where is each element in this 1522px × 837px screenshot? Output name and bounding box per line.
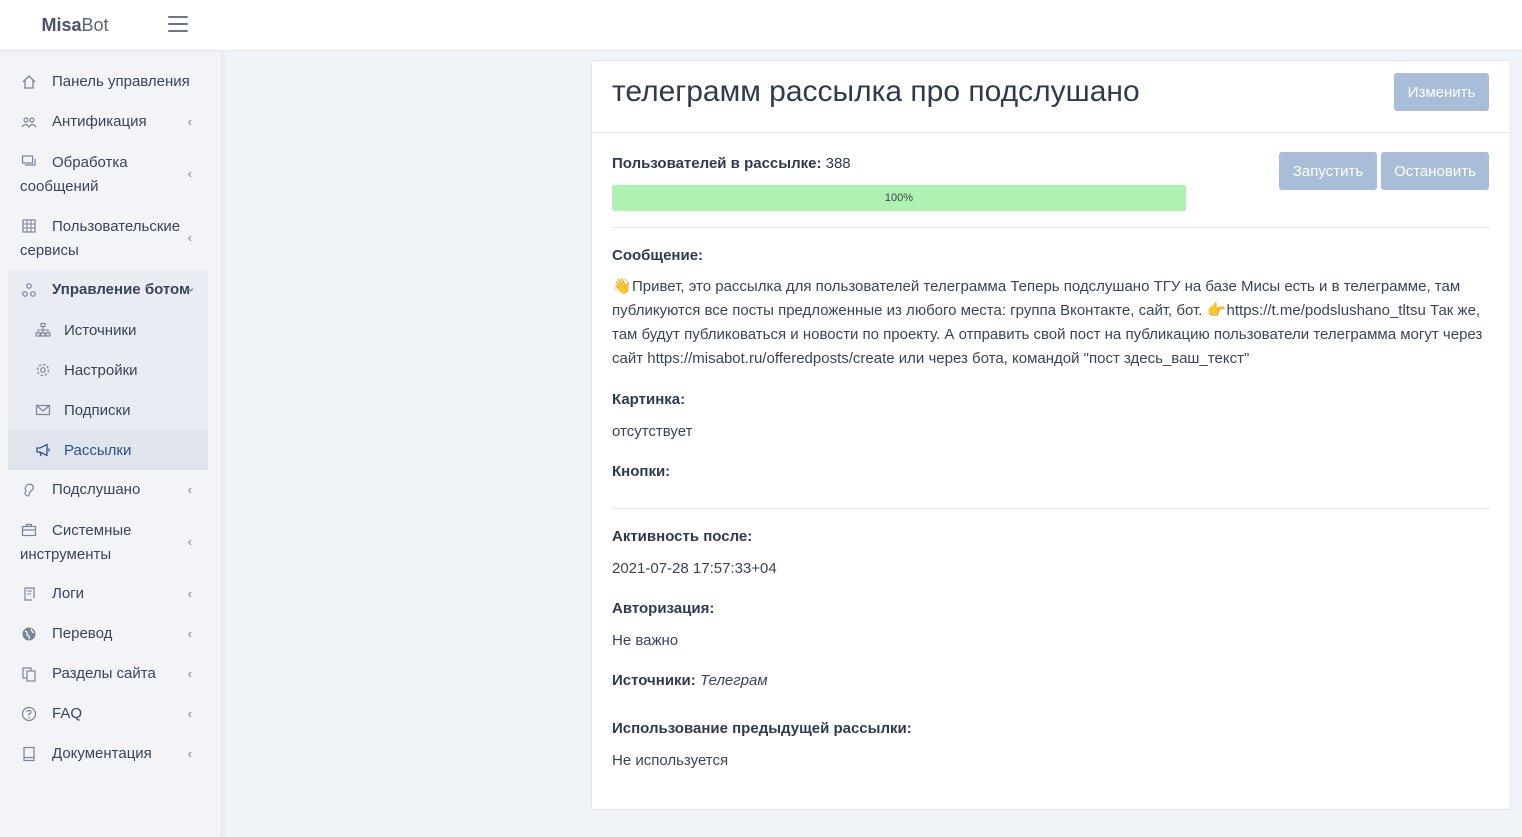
mailing-card: телеграмм рассылка про подслушано Измени… [591,60,1511,810]
stop-button[interactable]: Остановить [1381,152,1489,190]
pointing-right-icon: 👉 [1207,302,1226,319]
sidebar-item-messages[interactable]: Обработка сообщений ‹ [0,150,222,199]
book-icon [20,745,38,763]
sidebar-item-label: FAQ [52,705,83,722]
brand-bold: Misa [41,14,82,35]
activity-value: 2021-07-28 17:57:33+04 [612,560,777,577]
sources-row: Источники: Телеграм [612,672,768,689]
chevron-left-icon: ‹ [187,666,192,681]
activity-label: Активность после: [612,528,753,545]
prev-mailing-value: Не используется [612,752,729,769]
sidebar-item-label: Подслушано [52,481,141,498]
sidebar-item-label: Панель управления [52,73,190,90]
prev-mailing-label: Использование предыдущей рассылки: [612,720,912,737]
question-icon [20,705,38,723]
copy-icon [20,665,38,683]
users-icon [20,113,38,131]
progress-fill: 100% [612,185,1186,211]
chat-icon [20,153,38,171]
chevron-left-icon: ‹ [187,706,192,721]
message-text: 👋Привет, это рассылка для пользователей … [612,275,1490,371]
chevron-left-icon: ‹ [187,166,192,181]
page-title: телеграмм рассылка про подслушано [612,75,1140,108]
briefcase-icon [20,521,38,539]
megaphone-icon [34,441,52,459]
auth-value: Не важно [612,632,679,649]
chevron-left-icon: ‹ [187,626,192,641]
ear-icon [20,481,38,499]
sidebar: Панель управления Антификация ‹ Обработк… [0,52,222,837]
sidebar-item-label: Пользовательские сервисы [20,218,181,259]
chevron-down-icon: ‹ [181,287,197,293]
sitemap-icon [34,321,52,339]
waving-hand-icon: 👋 [612,278,632,295]
message-label: Сообщение: [612,247,704,264]
sidebar-subitem-label: Рассылки [64,441,132,459]
sidebar-item-logs[interactable]: Логи ‹ [0,582,222,606]
sidebar-item-label: Документация [52,745,152,762]
chevron-left-icon: ‹ [187,230,192,245]
edit-button[interactable]: Изменить [1394,73,1489,111]
sidebar-item-documentation[interactable]: Документация ‹ [0,742,222,766]
brand-logo[interactable]: MisaBot [0,15,150,36]
card-header: телеграмм рассылка про подслушано Измени… [592,61,1510,133]
sidebar-item-label: Антификация [52,113,147,130]
chevron-left-icon: ‹ [187,482,192,497]
buttons-label: Кнопки: [612,463,671,480]
progress-bar: 100% [612,185,1186,211]
sidebar-subitem-sources[interactable]: Источники [8,310,208,350]
nodes-icon [20,281,38,299]
sources-value: Телеграм [699,672,768,689]
chevron-left-icon: ‹ [187,114,192,129]
globe-icon [20,625,38,643]
sidebar-subitem-mailings[interactable]: Рассылки [8,430,208,470]
sidebar-item-faq[interactable]: FAQ ‹ [0,702,222,726]
envelope-icon [34,401,52,419]
menu-toggle-icon[interactable] [168,16,188,34]
sidebar-item-translation[interactable]: Перевод ‹ [0,622,222,646]
sidebar-subitem-settings[interactable]: Настройки [8,350,208,390]
sidebar-item-eavesdrop[interactable]: Подслушано ‹ [0,478,222,502]
image-label: Картинка: [612,391,686,408]
sidebar-item-dashboard[interactable]: Панель управления [0,70,222,94]
scroll-icon [20,585,38,603]
image-value: отсутствует [612,423,693,440]
grid-icon [20,217,38,235]
sidebar-item-antification[interactable]: Антификация ‹ [0,110,222,134]
sources-label: Источники: [612,672,696,689]
sidebar-item-label: Разделы сайта [52,665,156,682]
sidebar-item-site-sections[interactable]: Разделы сайта ‹ [0,662,222,686]
sidebar-subitem-subscriptions[interactable]: Подписки [8,390,208,430]
top-bar: MisaBot [0,0,1522,51]
users-count-value: 388 [825,155,851,172]
auth-label: Авторизация: [612,600,715,617]
sidebar-subitem-label: Настройки [64,361,138,379]
sidebar-item-system-tools[interactable]: Системные инструменты ‹ [0,518,222,567]
sidebar-item-label: Логи [52,585,85,602]
chevron-left-icon: ‹ [187,586,192,601]
gear-icon [34,361,52,379]
sidebar-item-user-services[interactable]: Пользовательские сервисы ‹ [0,214,222,263]
brand-light: Bot [81,14,109,35]
users-count-label: Пользователей в рассылке: 388 [612,155,851,172]
chevron-left-icon: ‹ [187,746,192,761]
divider [612,508,1490,509]
sidebar-item-label: Перевод [52,625,113,642]
start-button[interactable]: Запустить [1279,152,1377,190]
divider [612,227,1490,228]
sidebar-subitem-label: Источники [64,321,137,339]
chevron-left-icon: ‹ [187,534,192,549]
home-icon [20,73,38,91]
sidebar-subitem-label: Подписки [64,401,131,419]
sidebar-item-bot-management[interactable]: Управление ботом ‹ [0,278,222,302]
